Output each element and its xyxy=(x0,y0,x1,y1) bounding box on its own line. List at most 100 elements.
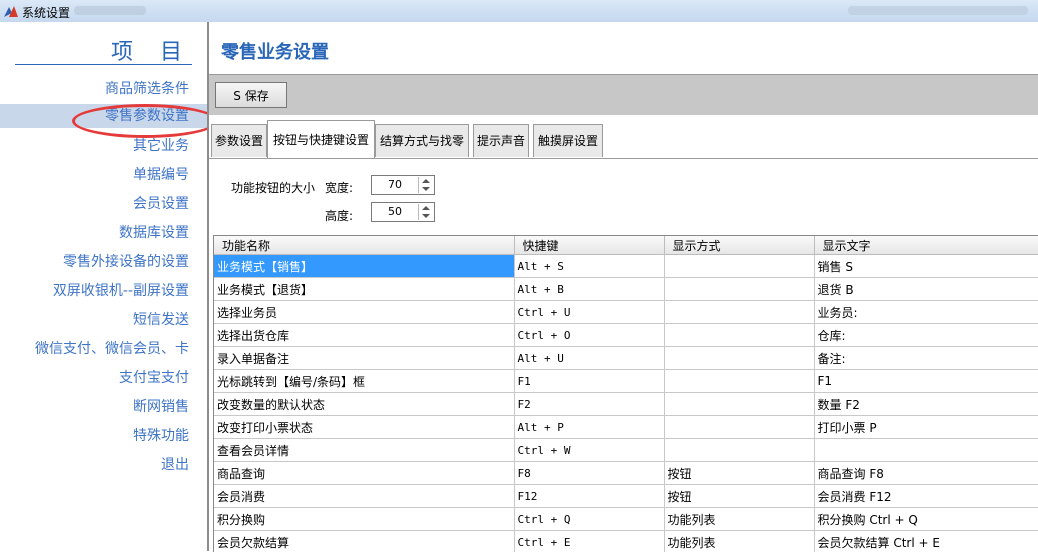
spin-arrows[interactable] xyxy=(418,177,433,193)
cell-function-name[interactable]: 选择出货仓库 xyxy=(214,324,514,347)
column-header-function[interactable]: 功能名称 xyxy=(214,236,514,255)
cell-shortcut[interactable]: Ctrl + W xyxy=(514,439,664,462)
cell-shortcut[interactable]: F8 xyxy=(514,462,664,485)
cell-function-name[interactable]: 积分换购 xyxy=(214,508,514,531)
sidebar-item[interactable]: 其它业务 xyxy=(133,135,189,155)
cell-display-mode[interactable]: 按钮 xyxy=(664,462,814,485)
tab-buttons-shortcuts[interactable]: 按钮与快捷键设置 xyxy=(267,120,375,158)
cell-display-text[interactable] xyxy=(814,439,1038,462)
table-row[interactable]: 改变数量的默认状态F2 数量 F2 xyxy=(214,393,1038,416)
height-value[interactable]: 50 xyxy=(372,205,418,218)
cell-display-text[interactable]: 数量 F2 xyxy=(814,393,1038,416)
cell-display-text[interactable]: 积分换购 Ctrl + Q xyxy=(814,508,1038,531)
cell-function-name[interactable]: 光标跳转到【编号/条码】框 xyxy=(214,370,514,393)
cell-display-text[interactable]: 会员消费 F12 xyxy=(814,485,1038,508)
cell-shortcut[interactable]: F1 xyxy=(514,370,664,393)
cell-display-mode[interactable] xyxy=(664,255,814,278)
column-header-shortcut[interactable]: 快捷键 xyxy=(514,236,664,255)
height-stepper[interactable]: 50 xyxy=(371,202,435,222)
column-header-display-text[interactable]: 显示文字 xyxy=(814,236,1038,255)
cell-function-name[interactable]: 业务模式【销售】 xyxy=(214,255,514,278)
table-row[interactable]: 光标跳转到【编号/条码】框F1F1 xyxy=(214,370,1038,393)
cell-shortcut[interactable]: Alt + P xyxy=(514,416,664,439)
cell-shortcut[interactable]: Ctrl + O xyxy=(514,324,664,347)
cell-display-text[interactable]: 打印小票 P xyxy=(814,416,1038,439)
sidebar-item[interactable]: 微信支付、微信会员、卡 xyxy=(35,338,189,358)
sidebar-item[interactable]: 特殊功能 xyxy=(133,425,189,445)
cell-display-text[interactable]: 销售 S xyxy=(814,255,1038,278)
cell-display-text[interactable]: 备注: xyxy=(814,347,1038,370)
cell-display-mode[interactable] xyxy=(664,393,814,416)
cell-display-text[interactable]: F1 xyxy=(814,370,1038,393)
spin-down-icon[interactable] xyxy=(422,187,430,191)
cell-shortcut[interactable]: F12 xyxy=(514,485,664,508)
cell-display-mode[interactable] xyxy=(664,439,814,462)
cell-shortcut[interactable]: Alt + B xyxy=(514,278,664,301)
cell-display-mode[interactable] xyxy=(664,370,814,393)
cell-display-text[interactable]: 仓库: xyxy=(814,324,1038,347)
tab-settlement[interactable]: 结算方式与找零 xyxy=(375,124,469,157)
width-value[interactable]: 70 xyxy=(372,178,418,191)
sidebar-item[interactable]: 会员设置 xyxy=(133,193,189,213)
cell-display-mode[interactable]: 功能列表 xyxy=(664,531,814,552)
cell-shortcut[interactable]: F2 xyxy=(514,393,664,416)
table-row[interactable]: 录入单据备注Alt + U 备注: xyxy=(214,347,1038,370)
cell-display-mode[interactable] xyxy=(664,347,814,370)
column-header-display-mode[interactable]: 显示方式 xyxy=(664,236,814,255)
table-row[interactable]: 选择出货仓库Ctrl + O 仓库: xyxy=(214,324,1038,347)
cell-display-text[interactable]: 商品查询 F8 xyxy=(814,462,1038,485)
cell-function-name[interactable]: 会员欠款结算 xyxy=(214,531,514,552)
spin-up-icon[interactable] xyxy=(422,179,430,183)
table-row[interactable]: 会员欠款结算Ctrl + E功能列表会员欠款结算 Ctrl + E xyxy=(214,531,1038,552)
cell-display-text[interactable]: 退货 B xyxy=(814,278,1038,301)
tab-touchscreen[interactable]: 触摸屏设置 xyxy=(533,124,603,157)
cell-display-text[interactable]: 业务员: xyxy=(814,301,1038,324)
sidebar-item[interactable]: 退出 xyxy=(161,454,189,474)
cell-display-mode[interactable]: 功能列表 xyxy=(664,508,814,531)
sidebar-item[interactable]: 数据库设置 xyxy=(119,222,189,242)
cell-display-mode[interactable]: 按钮 xyxy=(664,485,814,508)
spin-up-icon[interactable] xyxy=(422,206,430,210)
cell-display-mode[interactable] xyxy=(664,301,814,324)
cell-shortcut[interactable]: Ctrl + Q xyxy=(514,508,664,531)
tab-params[interactable]: 参数设置 xyxy=(211,124,267,157)
cell-function-name[interactable]: 商品查询 xyxy=(214,462,514,485)
cell-function-name[interactable]: 选择业务员 xyxy=(214,301,514,324)
sidebar-item[interactable]: 双屏收银机--副屏设置 xyxy=(53,280,189,300)
cell-display-mode[interactable] xyxy=(664,416,814,439)
table-row[interactable]: 业务模式【销售】Alt + S 销售 S xyxy=(214,255,1038,278)
cell-function-name[interactable]: 会员消费 xyxy=(214,485,514,508)
cell-shortcut[interactable]: Alt + S xyxy=(514,255,664,278)
spin-down-icon[interactable] xyxy=(422,214,430,218)
table-row[interactable]: 查看会员详情Ctrl + W xyxy=(214,439,1038,462)
table-row[interactable]: 改变打印小票状态Alt + P 打印小票 P xyxy=(214,416,1038,439)
sidebar-item[interactable]: 断网销售 xyxy=(133,396,189,416)
cell-function-name[interactable]: 改变数量的默认状态 xyxy=(214,393,514,416)
table-row[interactable]: 会员消费F12按钮会员消费 F12 xyxy=(214,485,1038,508)
sidebar: 项 目 商品筛选条件零售参数设置其它业务单据编号会员设置数据库设置零售外接设备的… xyxy=(0,22,207,551)
sidebar-item[interactable]: 支付宝支付 xyxy=(119,367,189,387)
width-stepper[interactable]: 70 xyxy=(371,175,435,195)
cell-function-name[interactable]: 查看会员详情 xyxy=(214,439,514,462)
cell-function-name[interactable]: 改变打印小票状态 xyxy=(214,416,514,439)
cell-shortcut[interactable]: Ctrl + U xyxy=(514,301,664,324)
table-row[interactable]: 商品查询F8按钮商品查询 F8 xyxy=(214,462,1038,485)
cell-function-name[interactable]: 业务模式【退货】 xyxy=(214,278,514,301)
tab-sound[interactable]: 提示声音 xyxy=(473,124,529,157)
sidebar-item[interactable]: 短信发送 xyxy=(133,309,189,329)
save-button[interactable]: S 保存 xyxy=(215,82,287,108)
cell-display-mode[interactable] xyxy=(664,278,814,301)
table-row[interactable]: 积分换购Ctrl + Q功能列表积分换购 Ctrl + Q xyxy=(214,508,1038,531)
cell-shortcut[interactable]: Ctrl + E xyxy=(514,531,664,552)
spin-arrows[interactable] xyxy=(418,204,433,220)
table-row[interactable]: 业务模式【退货】Alt + B 退货 B xyxy=(214,278,1038,301)
cell-display-mode[interactable] xyxy=(664,324,814,347)
sidebar-item[interactable]: 单据编号 xyxy=(133,164,189,184)
table-row[interactable]: 选择业务员Ctrl + U 业务员: xyxy=(214,301,1038,324)
window-title: 系统设置 xyxy=(22,4,70,21)
cell-function-name[interactable]: 录入单据备注 xyxy=(214,347,514,370)
sidebar-item[interactable]: 零售外接设备的设置 xyxy=(63,251,189,271)
sidebar-item[interactable]: 商品筛选条件 xyxy=(105,78,189,98)
cell-shortcut[interactable]: Alt + U xyxy=(514,347,664,370)
cell-display-text[interactable]: 会员欠款结算 Ctrl + E xyxy=(814,531,1038,552)
